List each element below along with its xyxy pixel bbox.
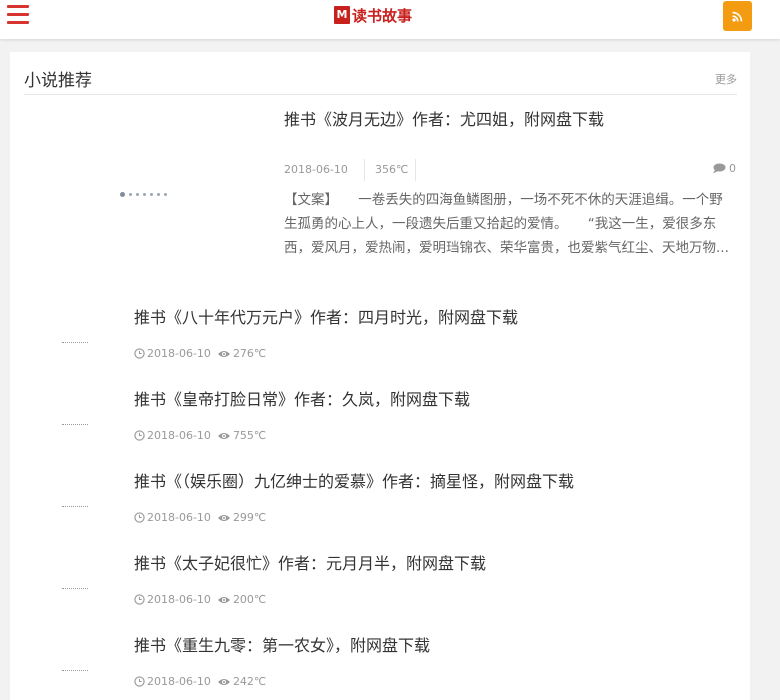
hamburger-menu-icon[interactable]	[7, 5, 29, 25]
item-date: 2018-06-10	[147, 593, 211, 606]
logo-text: 读书故事	[352, 6, 413, 25]
list-item[interactable]: 推书《八十年代万元户》作者：四月时光，附网盘下载 2018-06-10 276℃	[24, 304, 736, 386]
rss-button[interactable]	[723, 1, 752, 31]
item-meta: 2018-06-10 200℃	[134, 593, 269, 606]
meta-divider	[364, 159, 365, 181]
meta-divider	[415, 159, 416, 181]
item-meta: 2018-06-10 755℃	[134, 429, 269, 442]
carousel-dot[interactable]	[150, 193, 153, 196]
clock-icon	[134, 348, 145, 359]
comment-count: 0	[729, 162, 736, 175]
featured-temperature: 356℃	[375, 163, 409, 176]
item-title[interactable]: 推书《重生九零：第一农女》，附网盘下载	[134, 632, 430, 656]
clock-icon	[134, 594, 145, 605]
logo-mark: M	[334, 6, 350, 24]
list-item[interactable]: 推书《重生九零：第一农女》，附网盘下载 2018-06-10 242℃	[24, 632, 736, 700]
eye-icon	[217, 432, 230, 439]
item-title[interactable]: 推书《皇帝打脸日常》作者：久岚，附网盘下载	[134, 386, 470, 410]
list-item[interactable]: 推书《皇帝打脸日常》作者：久岚，附网盘下载 2018-06-10 755℃	[24, 386, 736, 468]
eye-icon	[217, 350, 230, 357]
item-meta: 2018-06-10 299℃	[134, 511, 269, 524]
item-temperature: 276℃	[232, 347, 267, 360]
item-meta: 2018-06-10 276℃	[134, 347, 269, 360]
site-logo[interactable]: M 读书故事	[334, 4, 412, 26]
item-thumbnail[interactable]	[62, 424, 88, 426]
item-thumbnail[interactable]	[62, 506, 88, 508]
eye-icon	[217, 678, 230, 685]
comment-icon	[713, 163, 726, 174]
rss-icon	[732, 11, 743, 22]
item-temperature: 242℃	[232, 675, 267, 688]
carousel-indicator[interactable]	[120, 192, 171, 197]
item-date: 2018-06-10	[147, 347, 211, 360]
item-thumbnail[interactable]	[62, 342, 88, 344]
featured-title[interactable]: 推书《波月无边》作者：尤四姐，附网盘下载	[284, 106, 604, 130]
item-title[interactable]: 推书《太子妃很忙》作者：元月月半，附网盘下载	[134, 550, 486, 574]
item-temperature: 299℃	[232, 511, 267, 524]
carousel-dot[interactable]	[136, 193, 139, 196]
item-temperature: 200℃	[232, 593, 267, 606]
more-link[interactable]: 更多	[715, 71, 737, 87]
item-thumbnail[interactable]	[62, 588, 88, 590]
featured-comments[interactable]: 0	[712, 162, 736, 175]
item-thumbnail[interactable]	[62, 670, 88, 672]
featured-date: 2018-06-10	[284, 163, 348, 176]
eye-icon	[217, 596, 230, 603]
item-title[interactable]: 推书《八十年代万元户》作者：四月时光，附网盘下载	[134, 304, 518, 328]
carousel-dot[interactable]	[164, 193, 167, 196]
clock-icon	[134, 676, 145, 687]
item-meta: 2018-06-10 242℃	[134, 675, 269, 688]
item-temperature: 755℃	[232, 429, 267, 442]
eye-icon	[217, 514, 230, 521]
list-item[interactable]: 推书《（娱乐圈）九亿绅士的爱慕》作者：摘星怪，附网盘下载 2018-06-10 29…	[24, 468, 736, 550]
featured-thumbnail-carousel[interactable]	[14, 52, 266, 232]
carousel-dot[interactable]	[120, 192, 125, 197]
clock-icon	[134, 430, 145, 441]
carousel-dot[interactable]	[157, 193, 160, 196]
clock-icon	[134, 512, 145, 523]
featured-excerpt: 【文案】 一卷丢失的四海鱼鳞图册，一场不死不休的天涯追缉。一个野生孤勇的心上人，…	[284, 192, 729, 256]
carousel-dot[interactable]	[143, 193, 146, 196]
item-title[interactable]: 推书《（娱乐圈）九亿绅士的爱慕》作者：摘星怪，附网盘下载	[134, 468, 574, 492]
item-date: 2018-06-10	[147, 511, 211, 524]
top-bar: M 读书故事	[0, 0, 780, 39]
featured-meta: 2018-06-10 356℃ 0	[284, 157, 736, 183]
item-date: 2018-06-10	[147, 429, 211, 442]
item-date: 2018-06-10	[147, 675, 211, 688]
carousel-dot[interactable]	[129, 193, 132, 196]
list-item[interactable]: 推书《太子妃很忙》作者：元月月半，附网盘下载 2018-06-10 200℃	[24, 550, 736, 632]
